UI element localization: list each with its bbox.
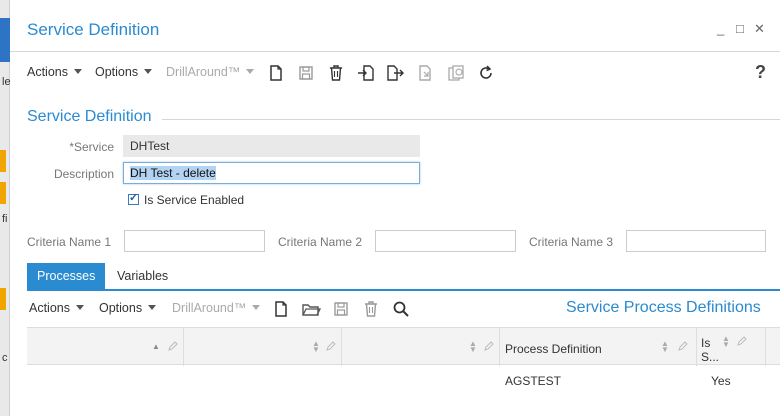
background-fragment: fi: [2, 213, 8, 225]
copy-icon[interactable]: [415, 63, 435, 83]
sort-icon[interactable]: ▲ ▼: [661, 340, 669, 354]
chevron-down-icon: [74, 69, 82, 74]
export-icon[interactable]: [385, 63, 405, 83]
new-document-icon[interactable]: [271, 299, 291, 319]
open-folder-icon[interactable]: [301, 299, 321, 319]
actions-menu[interactable]: Actions: [27, 65, 82, 79]
processes-panel-title: Service Process Definitions: [566, 299, 761, 316]
background-app-strip: le fi c: [0, 0, 11, 416]
service-definition-window: Service Definition _ □ ✕ Actions Options…: [10, 0, 780, 416]
criteria-name-3-input[interactable]: [626, 230, 766, 252]
chevron-down-icon: [76, 305, 84, 310]
clone-icon[interactable]: [446, 63, 466, 83]
chevron-down-icon: [252, 305, 261, 310]
grid-column-2[interactable]: ▲ ▼: [184, 328, 342, 366]
service-label: *Service: [69, 140, 114, 154]
maximize-button[interactable]: □: [736, 21, 744, 36]
save-icon[interactable]: [296, 63, 316, 83]
processes-actions-menu[interactable]: Actions: [29, 301, 84, 315]
grid-column-is-service[interactable]: Is S... ▲ ▼: [697, 328, 766, 366]
edit-column-icon[interactable]: [737, 336, 747, 346]
edit-column-icon[interactable]: [484, 341, 494, 351]
background-orange-tab: [0, 182, 6, 204]
service-enabled-checkbox[interactable]: [128, 191, 139, 205]
chevron-down-icon: [144, 69, 153, 74]
sort-icon[interactable]: ▲ ▼: [469, 340, 477, 354]
edit-column-icon[interactable]: [678, 341, 688, 351]
actions-menu-label: Actions: [27, 65, 68, 79]
processes-options-menu[interactable]: Options: [99, 301, 157, 315]
service-field: DHTest: [123, 135, 420, 157]
edit-column-icon[interactable]: [168, 341, 178, 351]
minimize-button[interactable]: _: [717, 21, 724, 36]
row-is-service[interactable]: Yes: [711, 374, 731, 388]
criteria-name-1-label: Criteria Name 1: [27, 235, 112, 249]
tab-processes[interactable]: Processes: [27, 263, 106, 289]
options-menu-label: Options: [95, 65, 139, 79]
drillaround-menu[interactable]: DrillAround™: [166, 65, 255, 79]
chevron-down-icon: [246, 69, 255, 74]
background-fragment: c: [2, 352, 8, 364]
edit-column-icon[interactable]: [326, 341, 336, 351]
chevron-down-icon: [148, 305, 157, 310]
section-divider: [27, 119, 780, 120]
description-field[interactable]: DH Test - delete: [123, 162, 420, 184]
new-document-icon[interactable]: [266, 63, 286, 83]
background-orange-tab: [0, 288, 6, 310]
description-selected-text: DH Test - delete: [130, 166, 216, 180]
window-title-bar: Service Definition _ □ ✕: [10, 0, 780, 52]
criteria-name-3-label: Criteria Name 3: [529, 235, 614, 249]
criteria-name-1-input[interactable]: [124, 230, 265, 252]
save-icon[interactable]: [331, 299, 351, 319]
refresh-icon[interactable]: [476, 63, 496, 83]
criteria-name-2-label: Criteria Name 2: [278, 235, 363, 249]
help-button[interactable]: ?: [755, 62, 766, 83]
row-process-definition[interactable]: AGSTEST: [505, 374, 561, 388]
main-toolbar: Actions Options DrillAround™: [10, 58, 780, 88]
processes-grid-header: ▲ ▲ ▼ ▲ ▼ Process Definition ▲ ▼ Is S... ▲ ▼: [27, 327, 780, 366]
grid-column-3[interactable]: ▲ ▼: [342, 328, 500, 366]
delete-icon[interactable]: [361, 299, 381, 319]
sort-ascending-icon[interactable]: ▲: [152, 342, 160, 351]
sort-icon[interactable]: ▲ ▼: [722, 335, 730, 349]
processes-options-label: Options: [99, 301, 143, 315]
tab-variables[interactable]: Variables: [107, 263, 178, 289]
section-title: Service Definition: [27, 108, 152, 125]
options-menu[interactable]: Options: [95, 65, 153, 79]
import-icon[interactable]: [356, 63, 376, 83]
processes-actions-label: Actions: [29, 301, 70, 315]
service-enabled-label: Is Service Enabled: [144, 193, 245, 207]
grid-column-1[interactable]: ▲: [27, 328, 184, 366]
drillaround-menu-label: DrillAround™: [166, 65, 241, 79]
background-blue-block: [0, 18, 10, 62]
sort-icon[interactable]: ▲ ▼: [312, 340, 320, 354]
background-orange-tab: [0, 150, 6, 172]
detail-tabs: Processes Variables: [27, 263, 780, 291]
criteria-name-2-input[interactable]: [375, 230, 516, 252]
grid-column-process-definition[interactable]: Process Definition ▲ ▼: [500, 328, 697, 366]
grid-column-is-service-label: Is S...: [701, 336, 720, 364]
grid-column-process-definition-label: Process Definition: [505, 342, 602, 356]
search-icon[interactable]: [391, 299, 411, 319]
window-title: Service Definition: [27, 20, 160, 39]
processes-drillaround-label: DrillAround™: [172, 301, 247, 315]
description-label: Description: [53, 167, 114, 181]
processes-drillaround-menu[interactable]: DrillAround™: [172, 301, 261, 315]
delete-icon[interactable]: [326, 63, 346, 83]
close-button[interactable]: ✕: [754, 21, 765, 37]
